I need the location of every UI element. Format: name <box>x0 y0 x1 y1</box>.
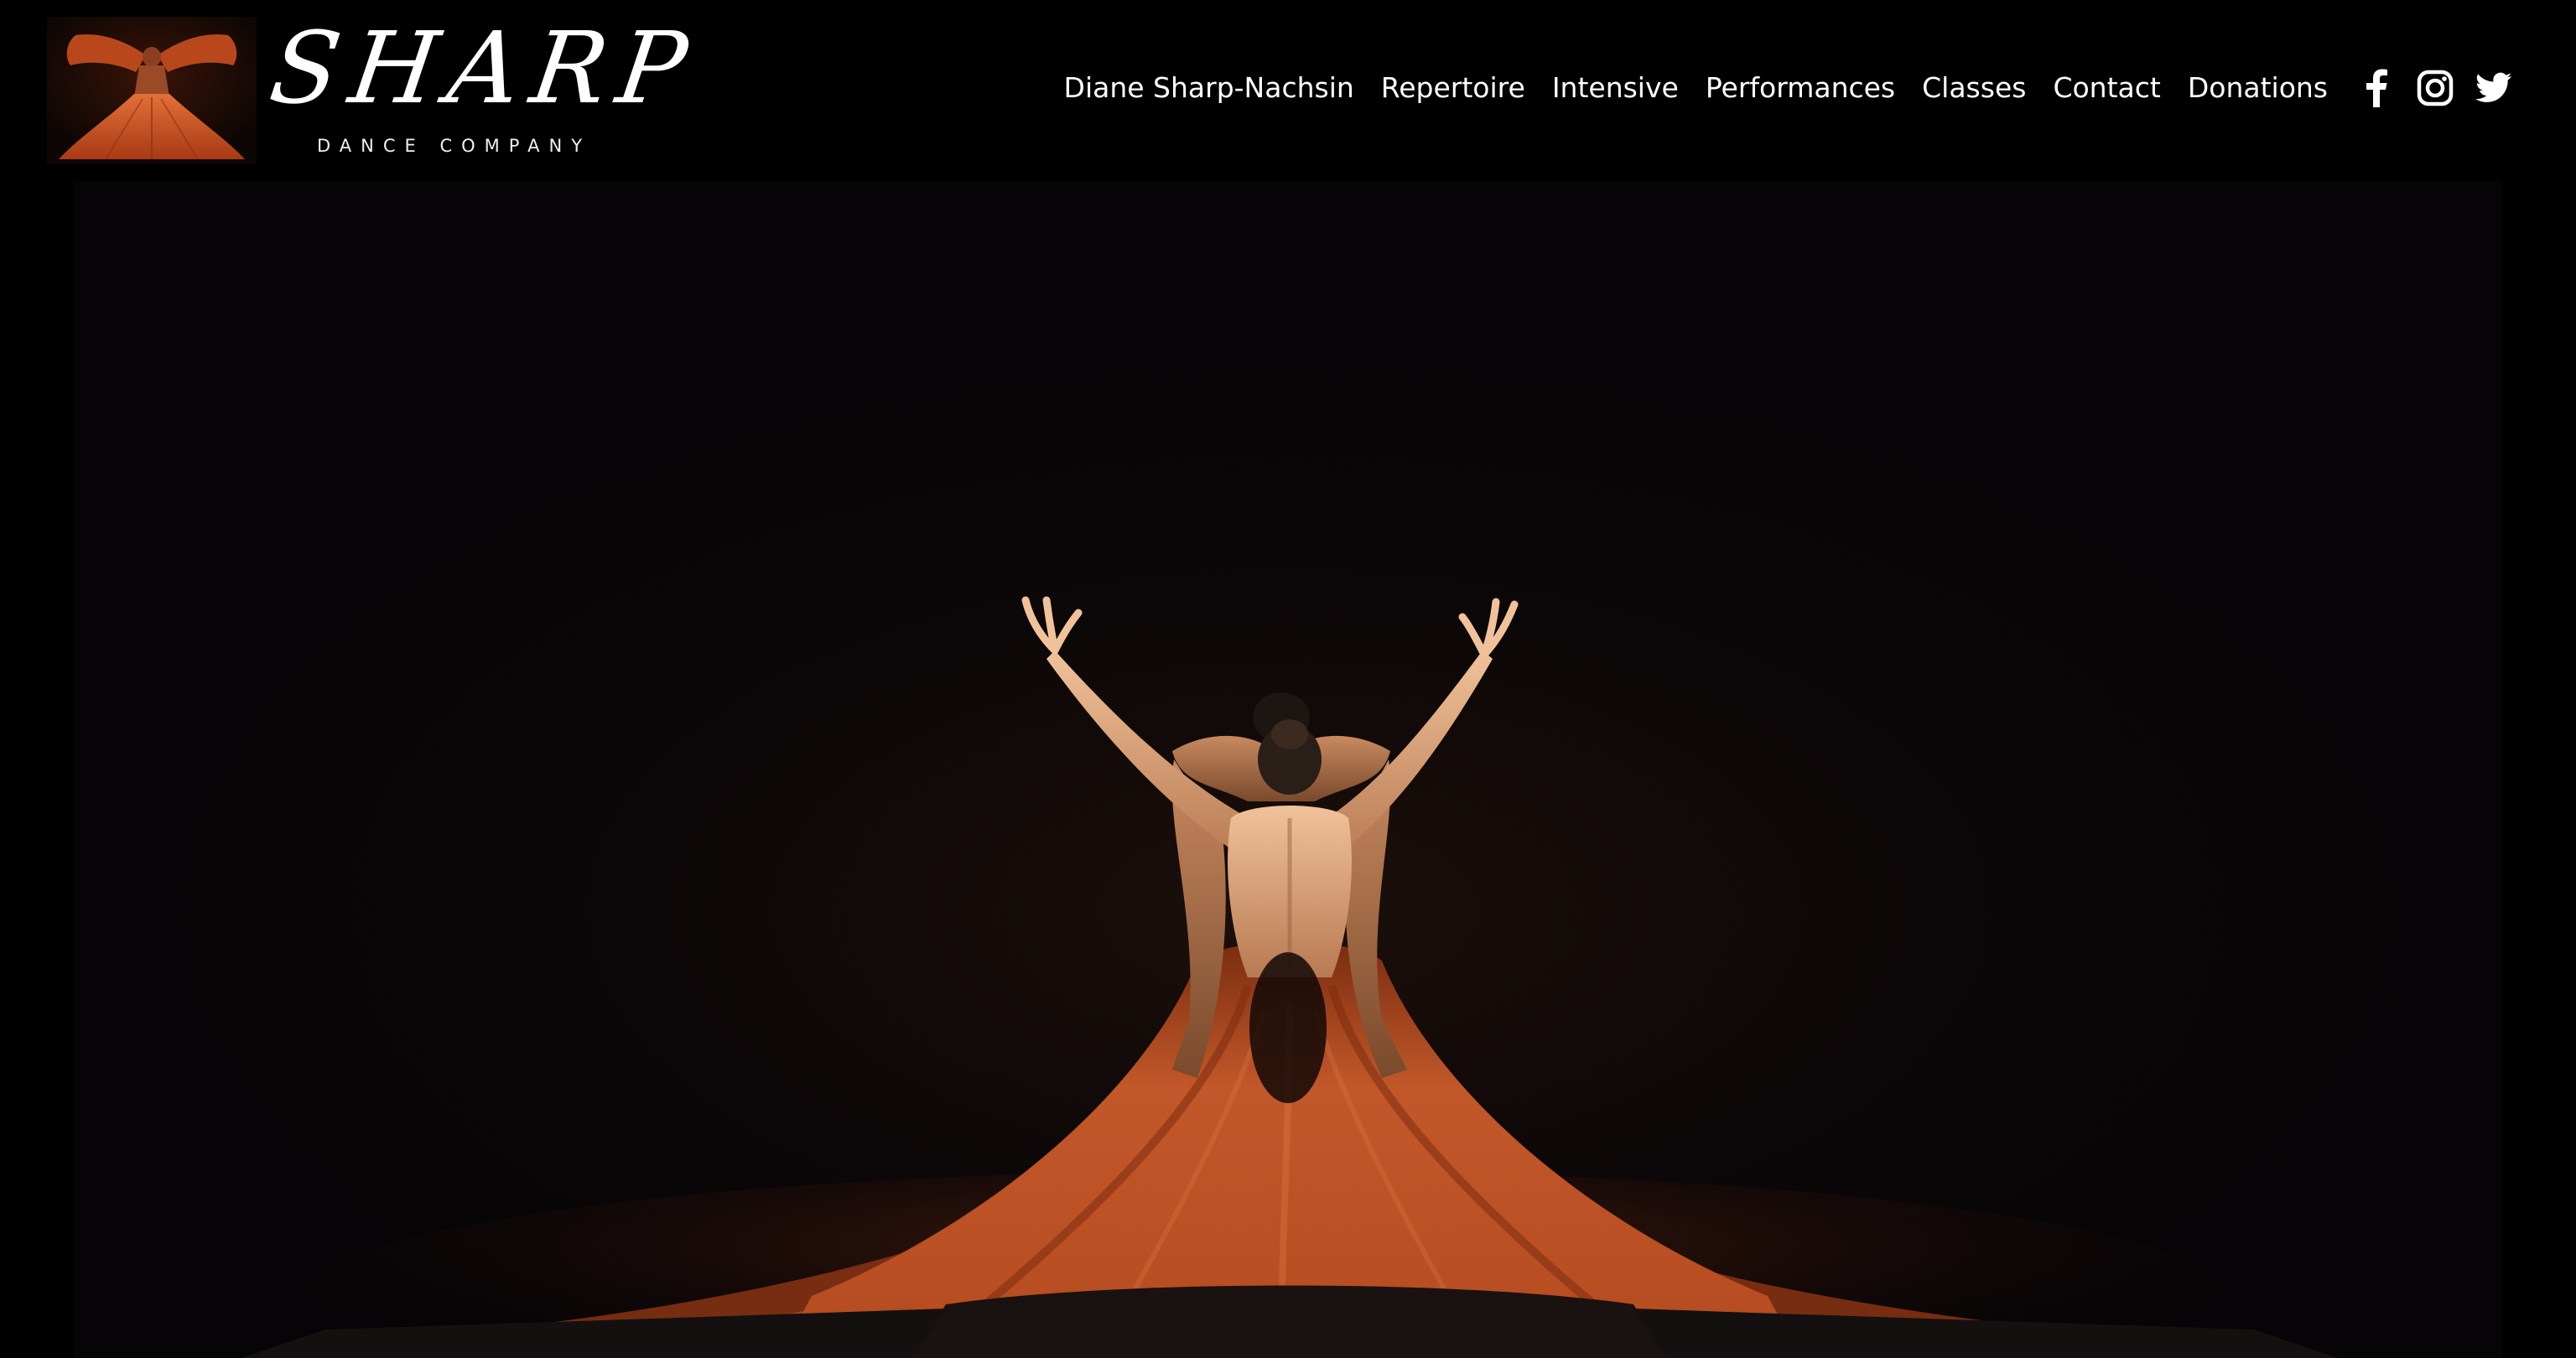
nav-item-contact[interactable]: Contact <box>2053 65 2160 111</box>
nav-item-performances[interactable]: Performances <box>1706 65 1895 111</box>
main-nav: Diane Sharp-Nachsin Repertoire Intensive… <box>1064 65 2512 111</box>
site-logo[interactable]: SHARP DANCE COMPANY <box>47 10 705 164</box>
dance-performance-photo <box>74 181 2502 1358</box>
social-links <box>2358 69 2512 107</box>
hero-image <box>74 181 2502 1358</box>
nav-item-repertoire[interactable]: Repertoire <box>1381 65 1525 111</box>
facebook-icon[interactable] <box>2358 69 2395 107</box>
logo-subtitle: DANCE COMPANY <box>317 136 592 156</box>
logo-wordmark: SHARP <box>263 10 705 126</box>
instagram-icon[interactable] <box>2417 69 2454 107</box>
twitter-icon[interactable] <box>2475 69 2512 107</box>
page: SHARP DANCE COMPANY Diane Sharp-Nachsin … <box>0 0 2576 1358</box>
nav-item-diane-sharp-nachsin[interactable]: Diane Sharp-Nachsin <box>1064 65 1354 111</box>
site-header: SHARP DANCE COMPANY Diane Sharp-Nachsin … <box>0 0 2576 181</box>
nav-item-donations[interactable]: Donations <box>2188 65 2328 111</box>
nav-item-classes[interactable]: Classes <box>1922 65 2026 111</box>
logo-emblem <box>47 17 257 164</box>
nav-item-intensive[interactable]: Intensive <box>1552 65 1679 111</box>
